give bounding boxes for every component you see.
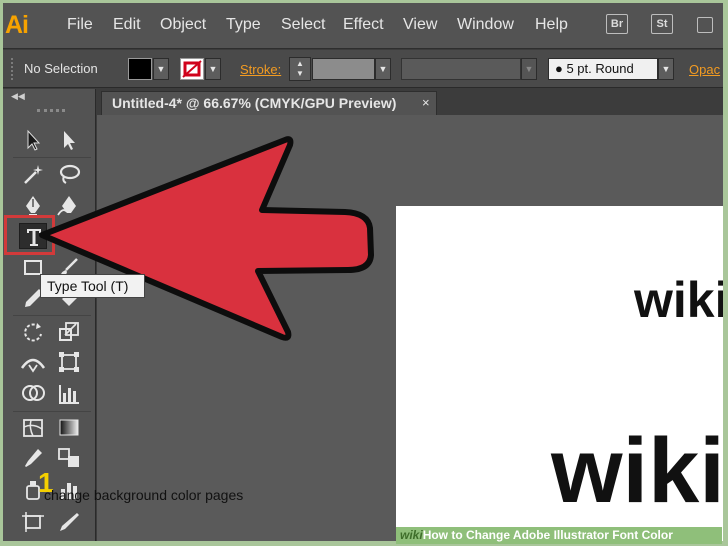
watermark-text: How to Change Adobe Illustrator Font Col… bbox=[422, 528, 673, 542]
caption-text: change background color pages bbox=[44, 487, 244, 503]
screenshot-frame: Ai File Edit Object Type Select Effect V… bbox=[0, 0, 728, 546]
red-arrow-annotation bbox=[39, 136, 374, 341]
type-tool-tooltip: Type Tool (T) bbox=[40, 274, 145, 298]
wikihow-watermark: wikiHow to Change Adobe Illustrator Font… bbox=[396, 527, 722, 544]
red-arrow-shape bbox=[39, 136, 374, 341]
watermark-brand: wiki bbox=[400, 528, 423, 542]
